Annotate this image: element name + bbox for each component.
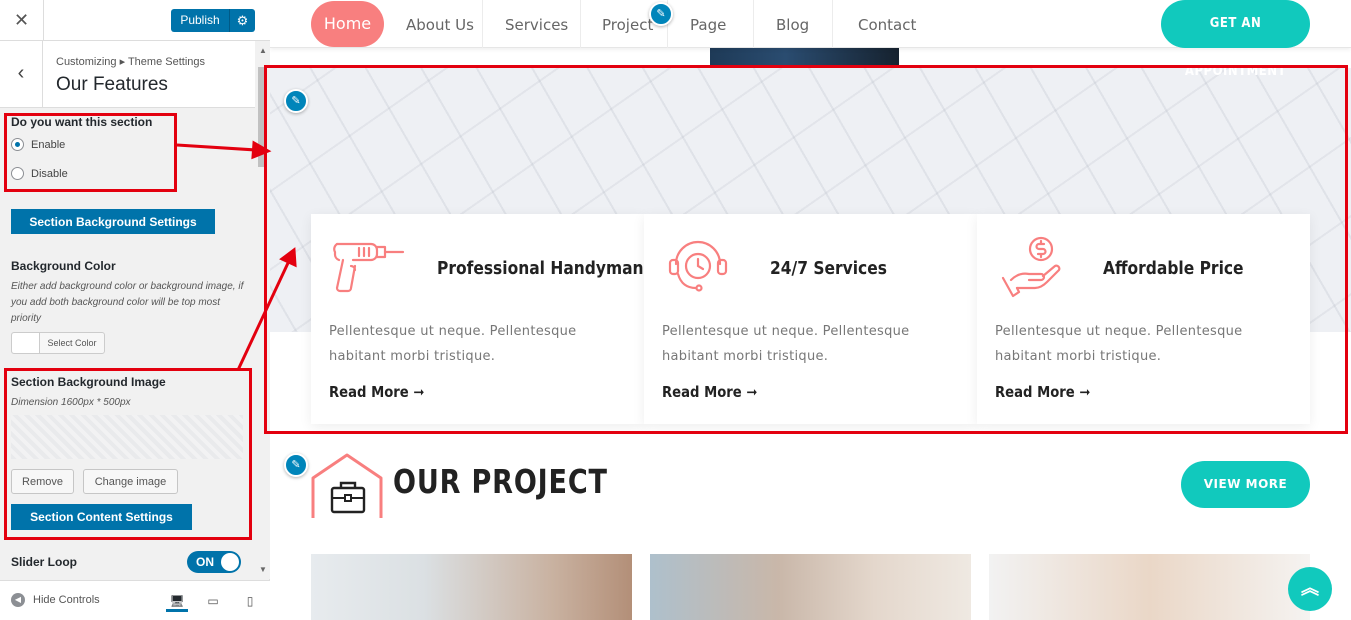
arrow-head xyxy=(279,247,297,268)
arrow-head xyxy=(251,140,272,160)
annotation-arrows xyxy=(176,140,297,371)
